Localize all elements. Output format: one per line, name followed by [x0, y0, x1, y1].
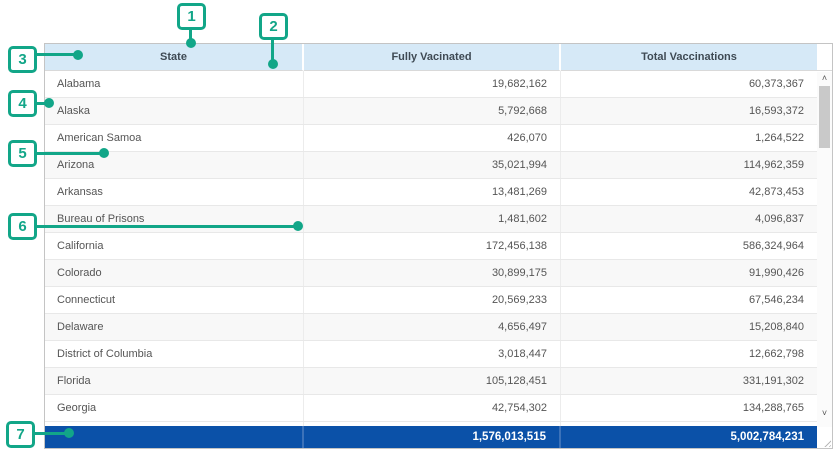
table-row[interactable]: Connecticut 20,569,233 67,546,234: [45, 287, 817, 314]
table-body: Alabama 19,682,162 60,373,367 Alaska 5,7…: [45, 71, 832, 422]
table-total-row: 1,576,013,515 5,002,784,231: [45, 426, 817, 448]
cell-total-vaccinations: 42,873,453: [561, 179, 817, 205]
cell-state: California: [45, 233, 304, 259]
cell-fully-vaccinated: 35,021,994: [304, 152, 561, 178]
cell-fully-vaccinated: 105,128,451: [304, 368, 561, 394]
cell-total-vaccinations: 15,208,840: [561, 314, 817, 340]
callout-2: 2: [259, 13, 288, 40]
cell-state: District of Columbia: [45, 341, 304, 367]
cell-state: Alaska: [45, 98, 304, 124]
cell-state: Delaware: [45, 314, 304, 340]
vertical-scrollbar[interactable]: ˄ ˅: [817, 72, 832, 427]
callout-5-line: [36, 152, 106, 155]
cell-total-vaccinations: 60,373,367: [561, 71, 817, 97]
callout-6: 6: [8, 213, 37, 240]
cell-state: Georgia: [45, 395, 304, 421]
cell-total-vaccinations: 12,662,798: [561, 341, 817, 367]
table-row[interactable]: California 172,456,138 586,324,964: [45, 233, 817, 260]
cell-state: Florida: [45, 368, 304, 394]
cell-total-vaccinations: 331,191,302: [561, 368, 817, 394]
table-row[interactable]: American Samoa 426,070 1,264,522: [45, 125, 817, 152]
table-row[interactable]: Arkansas 13,481,269 42,873,453: [45, 179, 817, 206]
cell-state: Connecticut: [45, 287, 304, 313]
callout-1-dot: [186, 38, 196, 48]
table-row[interactable]: Alaska 5,792,668 16,593,372: [45, 98, 817, 125]
cell-state: American Samoa: [45, 125, 304, 151]
cell-fully-vaccinated: 426,070: [304, 125, 561, 151]
scroll-down-icon[interactable]: ˅: [817, 407, 832, 419]
table-row[interactable]: Georgia 42,754,302 134,288,765: [45, 395, 817, 422]
callout-6-line: [36, 225, 299, 228]
callout-5-dot: [99, 148, 109, 158]
table-row[interactable]: Delaware 4,656,497 15,208,840: [45, 314, 817, 341]
cell-fully-vaccinated: 13,481,269: [304, 179, 561, 205]
resize-grip-icon[interactable]: [822, 438, 831, 447]
header-scrollbar-spacer: [817, 44, 832, 71]
cell-fully-vaccinated: 19,682,162: [304, 71, 561, 97]
callout-7: 7: [6, 421, 35, 448]
cell-state: Colorado: [45, 260, 304, 286]
vaccinations-table: State Fully Vacinated Total Vaccinations…: [44, 43, 833, 449]
cell-fully-vaccinated: 172,456,138: [304, 233, 561, 259]
cell-total-vaccinations: 16,593,372: [561, 98, 817, 124]
cell-total-vaccinations: 114,962,359: [561, 152, 817, 178]
column-header-total-vaccinations[interactable]: Total Vaccinations: [561, 44, 817, 71]
table-row[interactable]: Bureau of Prisons 1,481,602 4,096,837: [45, 206, 817, 233]
table-header-row: State Fully Vacinated Total Vaccinations: [45, 44, 832, 71]
total-state-cell: [45, 426, 304, 448]
cell-state: Arkansas: [45, 179, 304, 205]
cell-fully-vaccinated: 1,481,602: [304, 206, 561, 232]
callout-3-dot: [73, 50, 83, 60]
cell-total-vaccinations: 586,324,964: [561, 233, 817, 259]
cell-total-vaccinations: 91,990,426: [561, 260, 817, 286]
table-row[interactable]: District of Columbia 3,018,447 12,662,79…: [45, 341, 817, 368]
cell-fully-vaccinated: 3,018,447: [304, 341, 561, 367]
cell-fully-vaccinated: 42,754,302: [304, 395, 561, 421]
cell-state: Arizona: [45, 152, 304, 178]
cell-total-vaccinations: 67,546,234: [561, 287, 817, 313]
cell-total-vaccinations: 1,264,522: [561, 125, 817, 151]
column-header-state[interactable]: State: [45, 44, 304, 71]
table-row[interactable]: Colorado 30,899,175 91,990,426: [45, 260, 817, 287]
cell-fully-vaccinated: 30,899,175: [304, 260, 561, 286]
total-fully-vaccinated: 1,576,013,515: [304, 426, 561, 448]
callout-5: 5: [8, 140, 37, 167]
callout-4-dot: [44, 98, 54, 108]
cell-total-vaccinations: 4,096,837: [561, 206, 817, 232]
table-row[interactable]: Florida 105,128,451 331,191,302: [45, 368, 817, 395]
scrollbar-thumb[interactable]: [819, 86, 830, 148]
callout-7-dot: [64, 428, 74, 438]
callout-2-dot: [268, 59, 278, 69]
callout-3: 3: [8, 46, 37, 73]
scroll-up-icon[interactable]: ˄: [817, 72, 832, 84]
cell-state: Alabama: [45, 71, 304, 97]
cell-state: Bureau of Prisons: [45, 206, 304, 232]
callout-4: 4: [8, 90, 37, 117]
table-row[interactable]: Arizona 35,021,994 114,962,359: [45, 152, 817, 179]
cell-fully-vaccinated: 20,569,233: [304, 287, 561, 313]
cell-fully-vaccinated: 5,792,668: [304, 98, 561, 124]
column-header-fully-vaccinated[interactable]: Fully Vacinated: [304, 44, 561, 71]
cell-total-vaccinations: 134,288,765: [561, 395, 817, 421]
table-row[interactable]: Alabama 19,682,162 60,373,367: [45, 71, 817, 98]
callout-1: 1: [177, 3, 206, 30]
cell-fully-vaccinated: 4,656,497: [304, 314, 561, 340]
callout-6-dot: [293, 221, 303, 231]
total-total-vaccinations: 5,002,784,231: [561, 426, 817, 448]
